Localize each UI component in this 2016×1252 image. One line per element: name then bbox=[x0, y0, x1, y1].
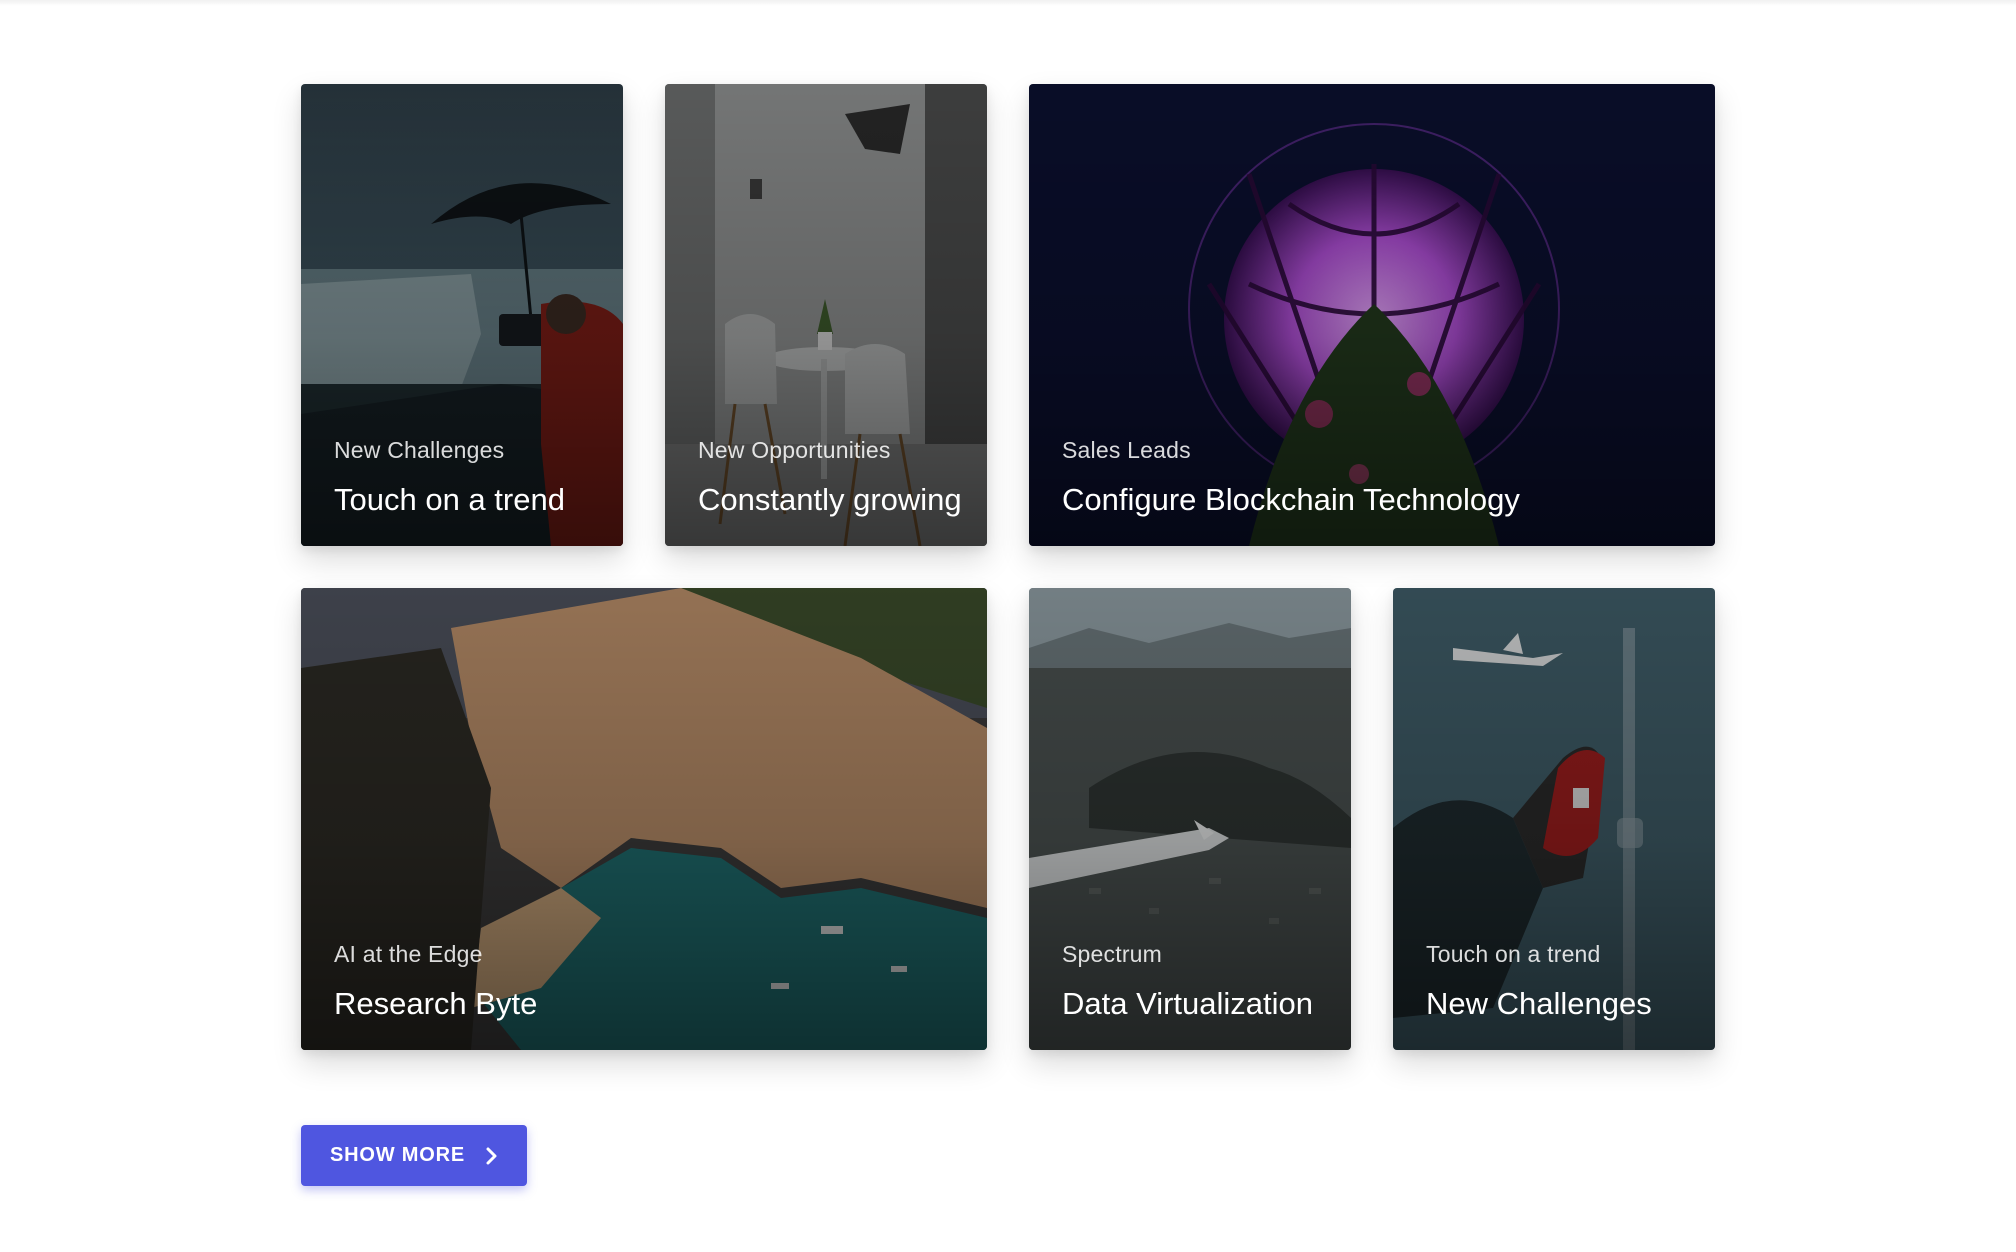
card-overlay bbox=[301, 84, 623, 546]
card-overlay bbox=[665, 84, 987, 546]
card-title: Data Virtualization bbox=[1062, 986, 1314, 1021]
card-title: Configure Blockchain Technology bbox=[1062, 482, 1520, 517]
card-kicker: New Opportunities bbox=[698, 437, 891, 463]
card-title: New Challenges bbox=[1426, 986, 1652, 1021]
card-kicker: Touch on a trend bbox=[1426, 941, 1601, 967]
card-kicker: AI at the Edge bbox=[334, 941, 483, 967]
show-more-button[interactable]: SHOW MORE bbox=[301, 1125, 527, 1186]
card-kicker: Sales Leads bbox=[1062, 437, 1191, 463]
card-overlay bbox=[301, 588, 987, 1050]
card-overlay bbox=[1029, 84, 1715, 546]
chevron-right-icon bbox=[486, 1147, 497, 1164]
card-touch-on-a-trend[interactable]: New Challenges Touch on a trend bbox=[301, 84, 623, 546]
card-new-challenges[interactable]: Touch on a trend New Challenges bbox=[1393, 588, 1715, 1050]
show-more-label: SHOW MORE bbox=[330, 1144, 465, 1166]
card-kicker: Spectrum bbox=[1062, 941, 1163, 967]
card-constantly-growing[interactable]: New Opportunities Constantly growing bbox=[665, 84, 987, 546]
card-kicker: New Challenges bbox=[334, 437, 505, 463]
card-title: Constantly growing bbox=[698, 482, 962, 517]
header-shadow bbox=[0, 0, 2016, 6]
card-configure-blockchain[interactable]: Sales Leads Configure Blockchain Technol… bbox=[1029, 84, 1715, 546]
card-title: Touch on a trend bbox=[334, 482, 565, 517]
card-research-byte[interactable]: AI at the Edge Research Byte bbox=[301, 588, 987, 1050]
card-overlay bbox=[1393, 588, 1715, 1050]
card-data-virtualization[interactable]: Spectrum Data Virtualization bbox=[1029, 588, 1351, 1050]
card-overlay bbox=[1029, 588, 1351, 1050]
card-title: Research Byte bbox=[334, 986, 538, 1021]
